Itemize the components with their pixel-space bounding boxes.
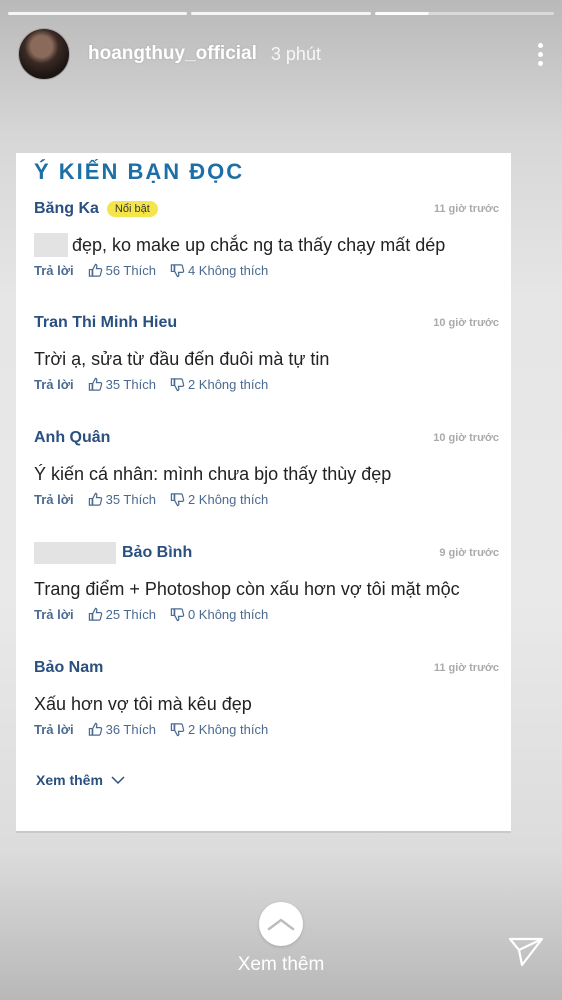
featured-badge: Nổi bật xyxy=(106,201,158,217)
comment-card: Ý KIẾN BẠN ĐỌC Băng Ka Nổi bật 11 giờ tr… xyxy=(16,153,511,833)
thumb-up-icon xyxy=(88,492,102,506)
avatar[interactable] xyxy=(18,28,70,80)
comment-item: Bảo Nam 11 giờ trước Xấu hơn vợ tôi mà k… xyxy=(34,656,501,737)
thumb-down-icon xyxy=(170,723,185,737)
card-title: Ý KIẾN BẠN ĐỌC xyxy=(34,159,245,184)
thumb-up-icon xyxy=(88,607,102,621)
send-icon[interactable] xyxy=(508,934,544,968)
comment-text: Xấu hơn vợ tôi mà kêu đẹp xyxy=(34,693,252,714)
chevron-down-icon xyxy=(111,775,125,784)
like-count: 35 Thích xyxy=(105,492,156,507)
comment-text: đẹp, ko make up chắc ng ta thấy chạy mất… xyxy=(34,231,501,259)
reply-link[interactable]: Trả lời xyxy=(34,722,74,737)
story-see-more[interactable]: Xem thêm xyxy=(0,902,562,976)
card-divider xyxy=(16,831,511,833)
dislike-count: 0 Không thích xyxy=(187,607,269,622)
comment-item: Tran Thi Minh Hieu 10 giờ trước Trời ạ, … xyxy=(34,311,501,392)
comment-time: 11 giờ trước xyxy=(433,662,499,674)
comment-item: Anh Quân 10 giờ trước Ý kiến cá nhân: mì… xyxy=(34,426,501,507)
thumb-up-icon xyxy=(88,722,102,736)
progress-segment xyxy=(8,12,188,15)
story-header: hoangthuy_official 3 phút xyxy=(18,28,544,80)
redacted-name xyxy=(34,542,116,564)
comment-author[interactable]: Anh Quân xyxy=(34,429,110,447)
like-button[interactable]: 35 Thích xyxy=(88,492,156,507)
progress-segment-current xyxy=(374,12,554,15)
thumb-down-icon xyxy=(170,493,185,507)
progress-segment xyxy=(191,12,371,15)
comment-time: 10 giờ trước xyxy=(433,432,499,444)
like-count: 36 Thích xyxy=(105,722,156,737)
redacted-text xyxy=(34,233,68,257)
dislike-count: 2 Không thích xyxy=(187,722,269,737)
comment-item: Bảo Bình 9 giờ trước Trang điểm + Photos… xyxy=(34,541,501,622)
card-see-more-link[interactable]: Xem thêm xyxy=(36,772,125,788)
like-button[interactable]: 35 Thích xyxy=(88,377,156,392)
reply-link[interactable]: Trả lời xyxy=(34,377,74,392)
dislike-count: 4 Không thích xyxy=(187,263,269,278)
comment-text: Trang điểm + Photoshop còn xấu hơn vợ tô… xyxy=(34,578,460,599)
comment-author[interactable]: Tran Thi Minh Hieu xyxy=(34,314,177,332)
thumb-up-icon xyxy=(88,377,102,391)
username[interactable]: hoangthuy_official xyxy=(88,43,257,65)
comment-item: Băng Ka Nổi bật 11 giờ trước đẹp, ko mak… xyxy=(34,197,501,278)
dislike-button[interactable]: 2 Không thích xyxy=(170,492,268,507)
comment-text: Ý kiến cá nhân: mình chưa bjo thấy thùy … xyxy=(34,463,392,484)
reply-link[interactable]: Trả lời xyxy=(34,607,74,622)
thumb-down-icon xyxy=(170,378,185,392)
thumb-up-icon xyxy=(88,263,102,277)
story-progress xyxy=(8,12,554,15)
story-see-more-label: Xem thêm xyxy=(237,954,325,975)
comment-time: 9 giờ trước xyxy=(439,547,499,559)
comment-time: 11 giờ trước xyxy=(433,203,499,215)
chevron-up-icon[interactable] xyxy=(259,902,303,946)
post-time: 3 phút xyxy=(270,43,321,64)
dislike-button[interactable]: 4 Không thích xyxy=(170,263,268,278)
comment-author[interactable]: Băng Ka xyxy=(34,200,99,218)
dislike-button[interactable]: 2 Không thích xyxy=(170,377,268,392)
like-button[interactable]: 56 Thích xyxy=(88,263,156,278)
dislike-count: 2 Không thích xyxy=(187,492,269,507)
comment-author[interactable]: Bảo Bình xyxy=(122,544,192,562)
more-vert-icon[interactable] xyxy=(536,42,544,66)
like-count: 35 Thích xyxy=(105,377,156,392)
like-button[interactable]: 36 Thích xyxy=(88,722,156,737)
dislike-count: 2 Không thích xyxy=(187,377,269,392)
dislike-button[interactable]: 0 Không thích xyxy=(170,607,268,622)
reply-link[interactable]: Trả lời xyxy=(34,263,74,278)
comment-text: Trời ạ, sửa từ đầu đến đuôi mà tự tin xyxy=(34,348,330,369)
card-see-more-label: Xem thêm xyxy=(36,772,103,788)
comment-text-content: đẹp, ko make up chắc ng ta thấy chạy mất… xyxy=(72,234,446,255)
thumb-down-icon xyxy=(170,264,185,278)
like-count: 56 Thích xyxy=(105,263,156,278)
like-button[interactable]: 25 Thích xyxy=(88,607,156,622)
dislike-button[interactable]: 2 Không thích xyxy=(170,722,268,737)
thumb-down-icon xyxy=(170,608,185,622)
comment-time: 10 giờ trước xyxy=(433,317,499,329)
like-count: 25 Thích xyxy=(105,607,156,622)
reply-link[interactable]: Trả lời xyxy=(34,492,74,507)
comment-author[interactable]: Bảo Nam xyxy=(34,659,103,677)
